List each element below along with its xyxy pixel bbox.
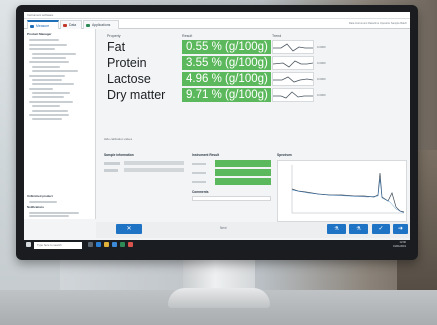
table-icon [63, 24, 67, 27]
trend-header: Trend [272, 34, 282, 38]
sidebar-item[interactable] [29, 215, 69, 218]
result-lactose: 4.96 % (g/100g) [182, 72, 271, 86]
monitor: Instrument software Measure Data Applica… [16, 5, 418, 260]
property-dry-matter: Dry matter [107, 88, 166, 102]
property-header: Property [107, 34, 121, 38]
sidebar-footer-unfinished: Unfinished product [27, 194, 53, 198]
tab-data[interactable]: Data [60, 20, 82, 29]
sidebar-item[interactable] [29, 43, 67, 46]
edge-icon[interactable] [96, 242, 101, 247]
sidebar-item[interactable] [29, 212, 79, 215]
instrument-result-heading: Instrument Result [192, 153, 220, 157]
instrument-label [192, 172, 206, 174]
sidebar-item[interactable] [32, 65, 60, 68]
sidebar-item[interactable] [32, 70, 78, 73]
sidebar-item[interactable] [29, 201, 57, 204]
trend-fat [272, 40, 314, 54]
sample-info-field[interactable] [124, 161, 184, 165]
sidebar-item[interactable] [32, 109, 68, 112]
result-fat: 0.55 % (g/100g) [182, 40, 271, 54]
sample-info-label [104, 162, 120, 165]
tab-measure[interactable]: Measure [27, 20, 59, 29]
property-fat: Fat [107, 40, 126, 54]
trend-unit-lactose: 0.0000 [317, 77, 326, 81]
app-icon[interactable] [120, 242, 125, 247]
apps-icon [86, 24, 90, 27]
sidebar-item[interactable] [32, 56, 66, 59]
sidebar-item[interactable] [29, 87, 53, 90]
app-icon[interactable] [112, 242, 117, 247]
spectrum-heading: Spectrum [277, 153, 292, 157]
property-protein: Protein [107, 56, 147, 70]
instrument-value [215, 178, 271, 185]
cancel-button[interactable]: ✕ [116, 224, 142, 234]
sidebar-item[interactable] [32, 118, 62, 121]
sidebar: Product Manager Unfinished product Notif… [24, 29, 96, 219]
next-button[interactable]: ➜ [393, 224, 408, 234]
sidebar-item[interactable] [32, 105, 60, 108]
flask-icon [30, 25, 34, 28]
taskbar: Type here to search 12:00 01/01/2019 [24, 240, 410, 250]
sidebar-item[interactable] [32, 52, 76, 55]
result-header: Result [182, 34, 193, 38]
trend-lactose [272, 72, 314, 86]
tab-applications[interactable]: Applications [83, 20, 119, 29]
instrument-value [215, 160, 271, 167]
sample-icon: ⚗ [334, 226, 339, 232]
window-titlebar: Instrument software [24, 12, 410, 19]
sample-info-field[interactable] [124, 168, 184, 172]
sample-info-label [104, 169, 118, 172]
clock-date: 01/01/2019 [393, 245, 406, 248]
sidebar-item[interactable] [32, 96, 64, 99]
trend-unit-protein: 0.0000 [317, 61, 326, 65]
sample-a-button[interactable]: ⚗ [327, 224, 346, 234]
tab-bar: Measure Data Applications Data Instrumen… [24, 19, 410, 29]
sidebar-item[interactable] [29, 48, 55, 51]
taskbar-clock[interactable]: 12:00 01/01/2019 [393, 241, 406, 249]
comments-input[interactable] [192, 196, 271, 201]
sidebar-item[interactable] [32, 83, 74, 86]
tab-label: Applications [92, 23, 111, 27]
instrument-label [192, 163, 206, 165]
spectrum-svg [291, 165, 405, 214]
instrument-value [215, 169, 271, 176]
property-lactose: Lactose [107, 72, 151, 86]
result-protein: 3.55 % (g/100g) [182, 56, 271, 70]
sidebar-item[interactable] [32, 92, 70, 95]
taskbar-search[interactable]: Type here to search [34, 241, 82, 249]
instrument-label [192, 181, 206, 183]
sidebar-item[interactable] [29, 61, 69, 64]
app-icon[interactable] [128, 242, 133, 247]
result-dry-matter: 9.71 % (g/100g) [182, 88, 271, 102]
spectrum-plot [277, 160, 407, 222]
sidebar-item[interactable] [29, 74, 65, 77]
folder-icon[interactable] [104, 242, 109, 247]
monitor-stand-base [168, 288, 270, 308]
sidebar-title: Product Manager [27, 32, 52, 36]
trend-unit-dry-matter: 0.0000 [317, 93, 326, 97]
sample-info-heading: Sample information [104, 153, 134, 157]
sample-b-button[interactable]: ⚗ [349, 224, 368, 234]
sidebar-item[interactable] [29, 100, 73, 103]
trend-unit-fat: 0.0000 [317, 45, 326, 49]
sidebar-item[interactable] [29, 39, 59, 42]
tab-label: Data [69, 23, 77, 27]
user-info: Data Instrument Date/time Operator Sampl… [348, 22, 407, 25]
sidebar-footer-notifications: Notifications [27, 205, 44, 209]
comments-heading: Comments [192, 190, 209, 194]
calibration-toggle[interactable]: Hide calibration values [104, 137, 132, 141]
sample-icon: ⚗ [356, 226, 361, 232]
sidebar-item[interactable] [32, 78, 62, 81]
sidebar-item[interactable] [29, 114, 69, 117]
results-table: Property Result Trend Fat 0.55 % (g/100g… [104, 34, 354, 129]
task-view-icon[interactable] [88, 242, 93, 247]
confirm-button[interactable]: ✓ [372, 224, 390, 234]
trend-protein [272, 56, 314, 70]
window-title: Instrument software [27, 13, 54, 17]
screen: Instrument software Measure Data Applica… [24, 12, 410, 250]
next-label[interactable]: Next [220, 226, 227, 230]
windows-start-icon[interactable] [26, 242, 31, 247]
tab-label: Measure [36, 24, 50, 28]
trend-dry-matter [272, 88, 314, 102]
